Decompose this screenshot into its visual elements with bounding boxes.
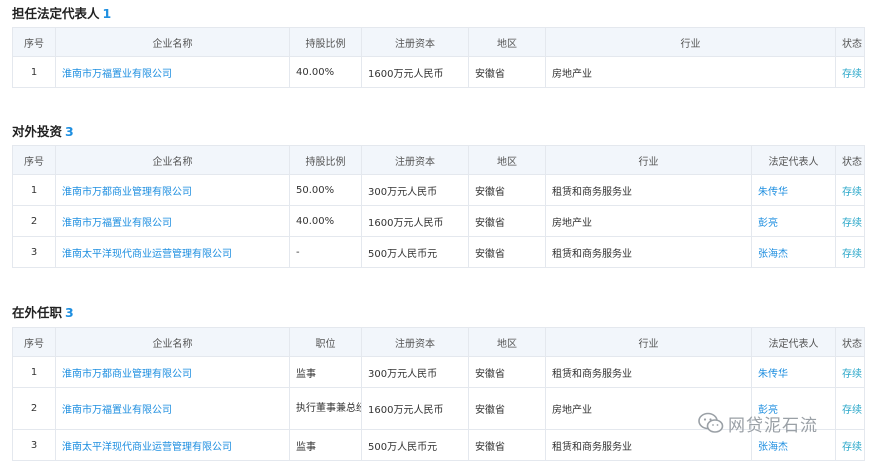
row-number: 3 <box>12 236 56 268</box>
section-title-legal-rep: 担任法定代表人 1 <box>12 3 111 22</box>
header-cell: 序号 <box>12 327 56 357</box>
header-cell: 职位 <box>289 327 362 357</box>
industry: 房地产业 <box>545 56 836 88</box>
row-number: 1 <box>12 174 56 206</box>
industry: 租赁和商务服务业 <box>545 236 752 268</box>
positions-table: 序号 企业名称 职位 注册资本 地区 行业 法定代表人 状态 1 淮南市万都商业… <box>12 327 865 461</box>
position: 监事 <box>289 429 362 461</box>
header-cell: 地区 <box>468 145 546 175</box>
header-cell: 状态 <box>835 27 865 57</box>
company-link[interactable]: 淮南市万都商业管理有限公司 <box>55 174 290 206</box>
row-number: 2 <box>12 387 56 430</box>
table-row: 3 淮南太平洋现代商业运营管理有限公司 - 500万人民币元 安徽省 租赁和商务… <box>12 236 865 268</box>
registered-capital: 1600万元人民币 <box>361 205 469 237</box>
table-row: 1 淮南市万都商业管理有限公司 50.00% 300万元人民币 安徽省 租赁和商… <box>12 174 865 206</box>
section-count: 3 <box>65 305 74 320</box>
registered-capital: 1600万元人民币 <box>361 56 469 88</box>
region: 安徽省 <box>468 236 546 268</box>
share-ratio: 40.00% <box>289 205 362 237</box>
header-cell: 企业名称 <box>55 145 290 175</box>
header-cell: 注册资本 <box>361 327 469 357</box>
table-row: 1 淮南市万福置业有限公司 40.00% 1600万元人民币 安徽省 房地产业 … <box>12 56 865 88</box>
registered-capital: 1600万元人民币 <box>361 387 469 430</box>
registered-capital: 300万元人民币 <box>361 174 469 206</box>
industry: 租赁和商务服务业 <box>545 174 752 206</box>
header-cell: 地区 <box>468 327 546 357</box>
table-header-row: 序号 企业名称 职位 注册资本 地区 行业 法定代表人 状态 <box>12 327 865 357</box>
region: 安徽省 <box>468 387 546 430</box>
region: 安徽省 <box>468 429 546 461</box>
header-cell: 行业 <box>545 27 836 57</box>
section-count: 3 <box>65 124 74 139</box>
industry: 租赁和商务服务业 <box>545 429 752 461</box>
table-row: 1 淮南市万都商业管理有限公司 监事 300万元人民币 安徽省 租赁和商务服务业… <box>12 356 865 388</box>
header-cell: 法定代表人 <box>751 327 836 357</box>
wechat-icon <box>698 412 724 434</box>
section-count: 1 <box>102 6 112 21</box>
registered-capital: 500万人民币元 <box>361 429 469 461</box>
status-badge: 存续 <box>835 236 865 268</box>
company-link[interactable]: 淮南太平洋现代商业运营管理有限公司 <box>55 429 290 461</box>
region: 安徽省 <box>468 56 546 88</box>
watermark: 网贷泥石流 <box>698 412 818 436</box>
header-cell: 注册资本 <box>361 27 469 57</box>
header-cell: 法定代表人 <box>751 145 836 175</box>
legal-rep-table: 序号 企业名称 持股比例 注册资本 地区 行业 状态 1 淮南市万福置业有限公司… <box>12 27 865 88</box>
table-header-row: 序号 企业名称 持股比例 注册资本 地区 行业 法定代表人 状态 <box>12 145 865 175</box>
status-badge: 存续 <box>835 174 865 206</box>
header-cell: 行业 <box>545 145 752 175</box>
section-title-investment: 对外投资 3 <box>12 121 74 140</box>
header-cell: 序号 <box>12 145 56 175</box>
legal-rep-link[interactable]: 彭亮 <box>751 205 836 237</box>
header-cell: 行业 <box>545 327 752 357</box>
registered-capital: 300万元人民币 <box>361 356 469 388</box>
header-cell: 注册资本 <box>361 145 469 175</box>
industry: 租赁和商务服务业 <box>545 356 752 388</box>
section-title-positions: 在外任职 3 <box>12 302 74 321</box>
header-cell: 企业名称 <box>55 327 290 357</box>
table-header-row: 序号 企业名称 持股比例 注册资本 地区 行业 状态 <box>12 27 865 57</box>
region: 安徽省 <box>468 205 546 237</box>
position: 执行董事兼总经理 <box>289 387 362 430</box>
status-badge: 存续 <box>835 429 865 461</box>
legal-rep-link[interactable]: 张海杰 <box>751 236 836 268</box>
region: 安徽省 <box>468 174 546 206</box>
header-cell: 状态 <box>835 327 865 357</box>
registered-capital: 500万人民币元 <box>361 236 469 268</box>
company-link[interactable]: 淮南太平洋现代商业运营管理有限公司 <box>55 236 290 268</box>
header-cell: 序号 <box>12 27 56 57</box>
status-badge: 存续 <box>835 387 865 430</box>
table-row: 2 淮南市万福置业有限公司 40.00% 1600万元人民币 安徽省 房地产业 … <box>12 205 865 237</box>
share-ratio: 50.00% <box>289 174 362 206</box>
row-number: 1 <box>12 356 56 388</box>
share-ratio: - <box>289 236 362 268</box>
share-ratio: 40.00% <box>289 56 362 88</box>
section-title-text: 在外任职 <box>12 305 63 320</box>
row-number: 2 <box>12 205 56 237</box>
legal-rep-link[interactable]: 朱传华 <box>751 174 836 206</box>
company-link[interactable]: 淮南市万福置业有限公司 <box>55 205 290 237</box>
status-badge: 存续 <box>835 56 865 88</box>
row-number: 1 <box>12 56 56 88</box>
company-link[interactable]: 淮南市万福置业有限公司 <box>55 56 290 88</box>
investment-table: 序号 企业名称 持股比例 注册资本 地区 行业 法定代表人 状态 1 淮南市万都… <box>12 145 865 268</box>
section-title-text: 对外投资 <box>12 124 63 139</box>
section-title-text: 担任法定代表人 <box>12 6 100 21</box>
region: 安徽省 <box>468 356 546 388</box>
header-cell: 持股比例 <box>289 27 362 57</box>
header-cell: 持股比例 <box>289 145 362 175</box>
status-badge: 存续 <box>835 205 865 237</box>
row-number: 3 <box>12 429 56 461</box>
header-cell: 企业名称 <box>55 27 290 57</box>
legal-rep-link[interactable]: 朱传华 <box>751 356 836 388</box>
header-cell: 地区 <box>468 27 546 57</box>
company-link[interactable]: 淮南市万福置业有限公司 <box>55 387 290 430</box>
industry: 房地产业 <box>545 205 752 237</box>
company-link[interactable]: 淮南市万都商业管理有限公司 <box>55 356 290 388</box>
watermark-text: 网贷泥石流 <box>728 415 818 436</box>
position: 监事 <box>289 356 362 388</box>
status-badge: 存续 <box>835 356 865 388</box>
header-cell: 状态 <box>835 145 865 175</box>
